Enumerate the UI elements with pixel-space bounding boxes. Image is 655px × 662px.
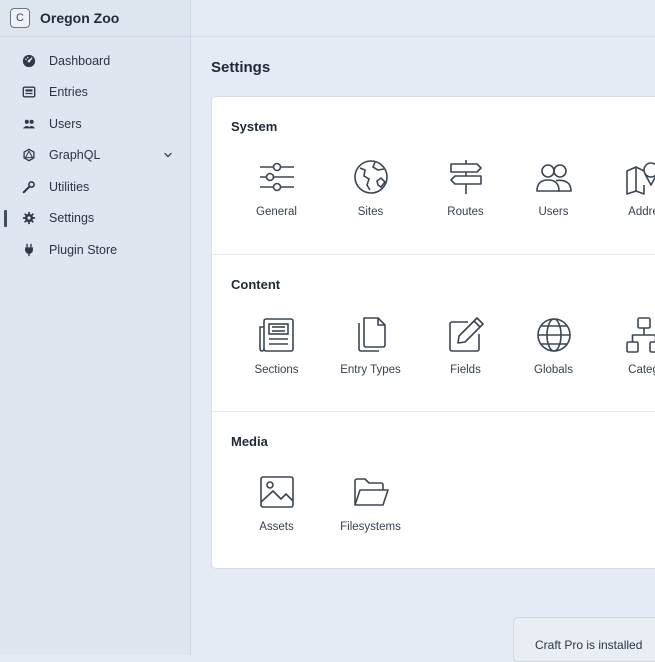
sitemap-icon <box>624 315 655 355</box>
sidebar-nav: Dashboard Entries Users GraphQL Utili <box>0 45 190 266</box>
tile-label: Categ <box>628 364 655 376</box>
settings-tile-routes[interactable]: Routes <box>418 157 513 218</box>
settings-tile-entry-types[interactable]: Entry Types <box>323 315 418 376</box>
sidebar-item-label: Dashboard <box>49 54 110 68</box>
users-icon <box>20 115 38 133</box>
pen-square-icon <box>446 315 486 355</box>
site-name[interactable]: Oregon Zoo <box>40 10 119 26</box>
plug-icon <box>20 241 38 259</box>
settings-tile-addresses[interactable]: Addre <box>596 157 655 218</box>
gear-icon <box>20 209 38 227</box>
tile-label: General <box>256 206 297 218</box>
sliders-icon <box>257 157 297 197</box>
dashboard-gauge-icon <box>20 52 38 70</box>
folder-open-icon <box>351 472 391 512</box>
tile-label: Users <box>538 206 568 218</box>
sidebar-item-dashboard[interactable]: Dashboard <box>0 45 190 77</box>
globe-grid-icon <box>534 315 574 355</box>
sidebar-item-label: Plugin Store <box>49 243 117 257</box>
sidebar-item-label: GraphQL <box>49 148 100 162</box>
image-icon <box>257 472 297 512</box>
settings-tile-sites[interactable]: Sites <box>323 157 418 218</box>
users-icon <box>534 157 574 197</box>
tile-label: Entry Types <box>340 364 401 376</box>
settings-tile-sections[interactable]: Sections <box>229 315 324 376</box>
section-system: System General Sites Routes Users Addre <box>212 97 655 254</box>
sidebar-item-settings[interactable]: Settings <box>0 203 190 235</box>
settings-tile-filesystems[interactable]: Filesystems <box>323 472 418 533</box>
settings-panel: System General Sites Routes Users Addre … <box>211 96 655 569</box>
sidebar-item-utilities[interactable]: Utilities <box>0 171 190 203</box>
section-media: Media Assets Filesystems <box>212 411 655 569</box>
section-title: System <box>231 119 277 134</box>
top-bar <box>191 0 655 37</box>
graphql-icon <box>20 146 38 164</box>
settings-tile-categories[interactable]: Categ <box>596 315 655 376</box>
section-title: Media <box>231 434 268 449</box>
sidebar-item-label: Settings <box>49 211 94 225</box>
tile-label: Sections <box>254 364 298 376</box>
sidebar-item-label: Utilities <box>49 180 89 194</box>
map-icon <box>624 157 655 197</box>
settings-tile-general[interactable]: General <box>229 157 324 218</box>
sidebar-item-users[interactable]: Users <box>0 108 190 140</box>
sidebar-item-plugin-store[interactable]: Plugin Store <box>0 234 190 266</box>
sidebar-item-entries[interactable]: Entries <box>0 77 190 109</box>
section-content: Content Sections Entry Types Fields Glob… <box>212 254 655 412</box>
newspaper-icon <box>20 83 38 101</box>
page-title: Settings <box>211 59 270 76</box>
tile-label: Assets <box>259 521 294 533</box>
license-notice: Craft Pro is installed <box>513 617 655 662</box>
wrench-icon <box>20 178 38 196</box>
tile-label: Fields <box>450 364 481 376</box>
tile-label: Globals <box>534 364 573 376</box>
signpost-icon <box>446 157 486 197</box>
site-badge: C <box>10 8 30 28</box>
tile-label: Addre <box>628 206 655 218</box>
files-icon <box>351 315 391 355</box>
settings-tile-globals[interactable]: Globals <box>506 315 601 376</box>
settings-tile-assets[interactable]: Assets <box>229 472 324 533</box>
tile-label: Filesystems <box>340 521 401 533</box>
tile-label: Sites <box>358 206 384 218</box>
section-title: Content <box>231 277 280 292</box>
site-header[interactable]: C Oregon Zoo <box>0 0 190 37</box>
sidebar: C Oregon Zoo Dashboard Entries Users Gr <box>0 0 191 655</box>
globe-icon <box>351 157 391 197</box>
sidebar-item-label: Users <box>49 117 82 131</box>
chevron-down-icon[interactable] <box>163 150 173 160</box>
tile-label: Routes <box>447 206 483 218</box>
sidebar-item-graphql[interactable]: GraphQL <box>0 140 190 172</box>
newspaper-icon <box>257 315 297 355</box>
license-notice-text: Craft Pro is installed <box>535 638 642 652</box>
settings-tile-fields[interactable]: Fields <box>418 315 513 376</box>
sidebar-item-label: Entries <box>49 85 88 99</box>
settings-tile-users[interactable]: Users <box>506 157 601 218</box>
